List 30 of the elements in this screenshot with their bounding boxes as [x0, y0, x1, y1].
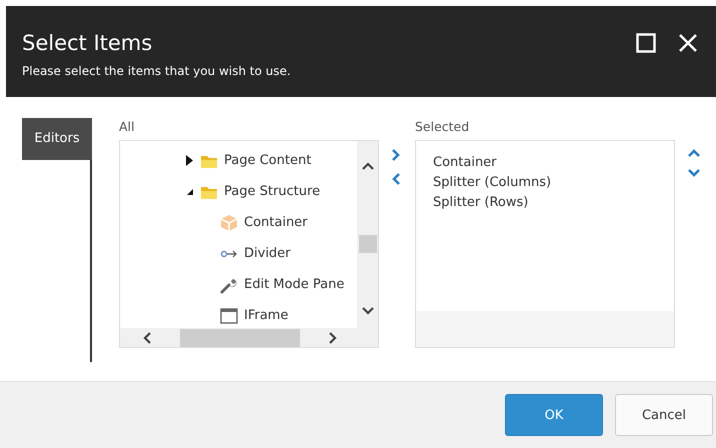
all-label: All [119, 119, 136, 136]
selected-item[interactable]: Splitter (Rows) [433, 193, 674, 213]
editors-tab[interactable]: Editors [22, 118, 92, 160]
scroll-down-icon[interactable] [360, 306, 374, 316]
close-icon[interactable] [678, 33, 698, 53]
window-subtitle: Please select the items that you wish to use. [22, 64, 291, 78]
tree-item[interactable]: IFrame [244, 308, 288, 323]
scroll-thumb[interactable] [180, 328, 300, 346]
vertical-scrollbar[interactable] [357, 141, 378, 328]
connector-icon [220, 248, 238, 258]
move-up-icon[interactable] [687, 148, 701, 158]
selected-item[interactable]: Splitter (Columns) [433, 173, 674, 193]
cancel-button[interactable]: Cancel [615, 394, 713, 436]
scroll-thumb[interactable] [358, 235, 376, 253]
ok-button[interactable]: OK [505, 394, 603, 436]
window-title: Select Items [22, 30, 154, 56]
window-icon [220, 308, 238, 324]
tree-item[interactable]: Page Content [224, 153, 312, 168]
tree-item[interactable]: Page Structure [224, 184, 320, 199]
scroll-left-icon[interactable] [142, 330, 152, 344]
selected-label: Selected [415, 119, 470, 136]
box-icon [220, 214, 238, 232]
maximize-icon[interactable] [636, 33, 656, 53]
tree-item[interactable]: Container [244, 215, 308, 230]
selected-item[interactable]: Container [433, 153, 674, 173]
scroll-right-icon[interactable] [328, 330, 338, 344]
tree-item[interactable]: Edit Mode Pane [244, 277, 344, 292]
move-down-icon[interactable] [687, 168, 701, 178]
tree-item[interactable]: Divider [244, 246, 291, 261]
scroll-up-icon[interactable] [360, 161, 374, 171]
